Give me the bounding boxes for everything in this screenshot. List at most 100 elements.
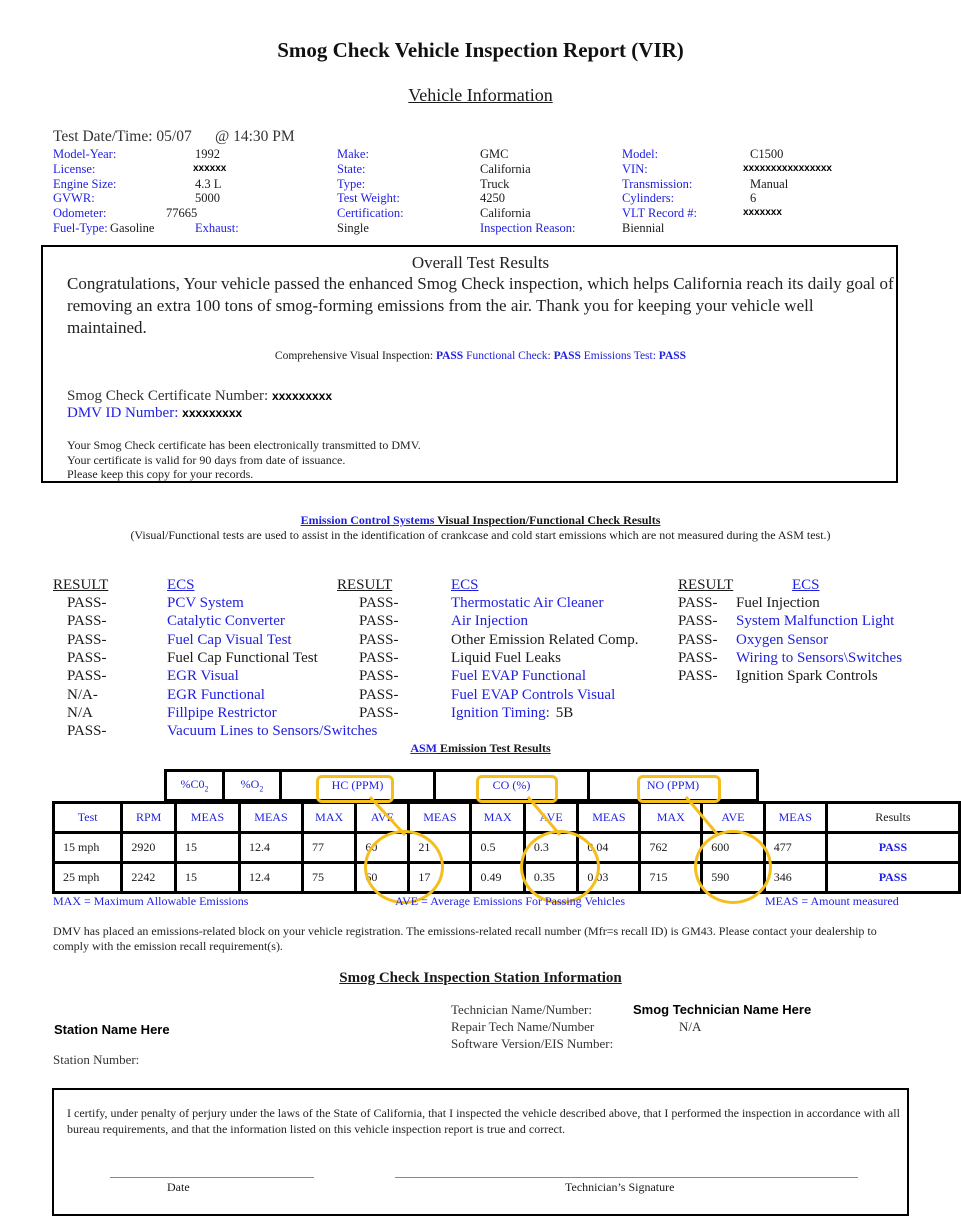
- note-valid-90-days: Your certificate is valid for 90 days fr…: [67, 452, 346, 467]
- overall-results-title: Overall Test Results: [411, 253, 550, 272]
- ecs-result: PASS-: [67, 668, 107, 685]
- ecs-item-name[interactable]: Vacuum Lines to Sensors/Switches: [167, 722, 377, 740]
- note-transmitted: Your Smog Check certificate has been ele…: [67, 438, 421, 452]
- ecs-item-name: Fuel Injection: [736, 594, 820, 612]
- hc-meas-highlight: [364, 830, 444, 904]
- ecs-name-header-3[interactable]: ECS: [792, 576, 820, 594]
- fuel-type-label: Fuel-Type:: [53, 221, 108, 235]
- table-cell: 0.49: [469, 861, 526, 894]
- ecs-result: N/A: [67, 704, 93, 721]
- station-name: Station Name Here: [54, 1022, 170, 1037]
- ecs-item-name[interactable]: Oxygen Sensor: [736, 631, 828, 649]
- state-label: State:: [337, 162, 366, 176]
- ecs-item-label: Vacuum Lines to Sensors/Switches: [167, 723, 378, 740]
- ecs-result: PASS-: [359, 631, 399, 648]
- certification-value: California: [480, 206, 531, 220]
- technician-value: Smog Technician Name Here: [633, 1002, 812, 1017]
- ecs-result: PASS-: [678, 668, 718, 685]
- ecs-item-name[interactable]: Ignition Timing: 5B: [451, 704, 573, 722]
- station-number-label: Station Number:: [53, 1052, 140, 1067]
- ecs-item-label: Fuel EVAP Controls Visual: [451, 686, 616, 703]
- column-header: MAX: [638, 801, 704, 834]
- signature-line[interactable]: [395, 1177, 858, 1178]
- odometer-value: 77665: [166, 206, 198, 220]
- no-header-highlight: [637, 775, 721, 803]
- ecs-item-name[interactable]: Fuel EVAP Controls Visual: [451, 686, 615, 704]
- ecs-heading-link[interactable]: Emission Control Systems: [301, 513, 435, 527]
- engine-size-label: Engine Size:: [53, 177, 117, 191]
- legend-meas: MEAS = Amount measured: [765, 894, 899, 908]
- date-label: Date: [167, 1180, 190, 1194]
- table-cell: 2920: [120, 831, 177, 864]
- ecs-item-name[interactable]: Catalytic Converter: [167, 612, 285, 630]
- asm-column-header-row: Test RPM MEAS MEAS MAX AVE MEAS MAX AVE MEAS MAX AV…: [51, 801, 961, 834]
- ecs-item-name[interactable]: System Malfunction Light: [736, 612, 894, 630]
- ecs-section-subtitle: (Visual/Functional tests are used to ass…: [130, 528, 831, 542]
- result-cell: PASS: [824, 831, 961, 864]
- ecs-item-name[interactable]: EGR Functional: [167, 686, 265, 704]
- ecs-item-label: Thermostatic Air Cleaner: [451, 595, 604, 611]
- asm-heading-text: Emission Test Results: [436, 741, 551, 755]
- table-cell: 15: [173, 831, 241, 864]
- recall-notice: DMV has placed an emissions-related bloc…: [53, 924, 877, 953]
- make-value: GMC: [480, 147, 509, 161]
- ecs-item-label: Ignition Timing:: [451, 704, 550, 721]
- table-cell: 346: [762, 861, 828, 894]
- ecs-item-name[interactable]: EGR Visual: [167, 667, 239, 685]
- ecs-result: PASS-: [678, 631, 718, 648]
- dmv-id-line: DMV ID Number: xxxxxxxxx: [67, 405, 242, 422]
- state-value: California: [480, 162, 531, 176]
- license-value: xxxxxx: [193, 163, 227, 174]
- ecs-name-header-2[interactable]: ECS: [451, 576, 479, 594]
- certification-label: Certification:: [337, 206, 404, 220]
- ecs-item-name[interactable]: Air Injection: [451, 612, 528, 630]
- table-cell: 2242: [120, 861, 177, 894]
- make-label: Make:: [337, 147, 369, 161]
- ecs-result: PASS-: [67, 595, 107, 611]
- ecs-item-name[interactable]: Thermostatic Air Cleaner: [451, 594, 603, 612]
- fuel-type-value: Gasoline: [110, 221, 155, 235]
- vlt-record-label: VLT Record #:: [622, 206, 697, 220]
- ecs-item-name[interactable]: Fillpipe Restrictor: [167, 704, 277, 722]
- certificate-number-label: Smog Check Certificate Number:: [67, 388, 269, 404]
- ecs-item-label: Other Emission Related Comp.: [451, 631, 639, 648]
- ecs-result-header-3: RESULT: [678, 577, 734, 593]
- repair-tech-label: Repair Tech Name/Number: [451, 1019, 595, 1034]
- transmission-value: Manual: [750, 177, 789, 191]
- table-cell: 25 mph: [51, 861, 124, 894]
- table-cell: 0.5: [469, 831, 526, 864]
- inspection-reason-value: Biennial: [622, 221, 665, 235]
- type-label: Type:: [337, 177, 366, 191]
- column-header: Results: [824, 801, 961, 834]
- technician-label: Technician Name/Number:: [451, 1002, 592, 1017]
- column-header: AVE: [522, 801, 580, 834]
- o2-header: %O2: [222, 769, 282, 802]
- cylinders-value: 6: [750, 191, 757, 205]
- ecs-item-name[interactable]: Fuel Cap Visual Test: [167, 631, 292, 649]
- ecs-result: PASS-: [67, 723, 107, 740]
- ecs-item-label: Fuel Injection: [736, 595, 820, 611]
- column-header: MEAS: [237, 801, 304, 834]
- co2-header: %C02: [164, 769, 225, 802]
- vin-label: VIN:: [622, 162, 648, 176]
- exhaust-label: Exhaust:: [195, 221, 239, 235]
- ecs-result: PASS-: [359, 704, 399, 721]
- column-header: MAX: [469, 801, 526, 834]
- cylinders-label: Cylinders:: [622, 191, 675, 205]
- column-header: AVE: [700, 801, 766, 834]
- ecs-item-label: EGR Functional: [167, 686, 265, 703]
- ecs-result: PASS-: [359, 613, 399, 630]
- ecs-name-header-1[interactable]: ECS: [167, 576, 195, 594]
- ecs-item-label: Ignition Spark Controls: [736, 668, 878, 685]
- visual-inspection-label: Comprehensive Visual Inspection:: [274, 350, 434, 362]
- functional-check-result: PASS: [553, 350, 581, 362]
- asm-heading-link[interactable]: ASM: [410, 741, 437, 755]
- legend-ave: AVE = Average Emissions For Passing Vehi…: [395, 894, 626, 908]
- date-line[interactable]: [110, 1177, 314, 1178]
- model-label: Model:: [622, 147, 659, 161]
- asm-section-heading: ASM Emission Test Results: [0, 741, 961, 756]
- ecs-item-name[interactable]: PCV System: [167, 594, 244, 612]
- ecs-item-name[interactable]: Fuel EVAP Functional: [451, 667, 586, 685]
- ecs-item-name: Ignition Spark Controls: [736, 667, 878, 685]
- ecs-item-name[interactable]: Wiring to Sensors\Switches: [736, 649, 902, 667]
